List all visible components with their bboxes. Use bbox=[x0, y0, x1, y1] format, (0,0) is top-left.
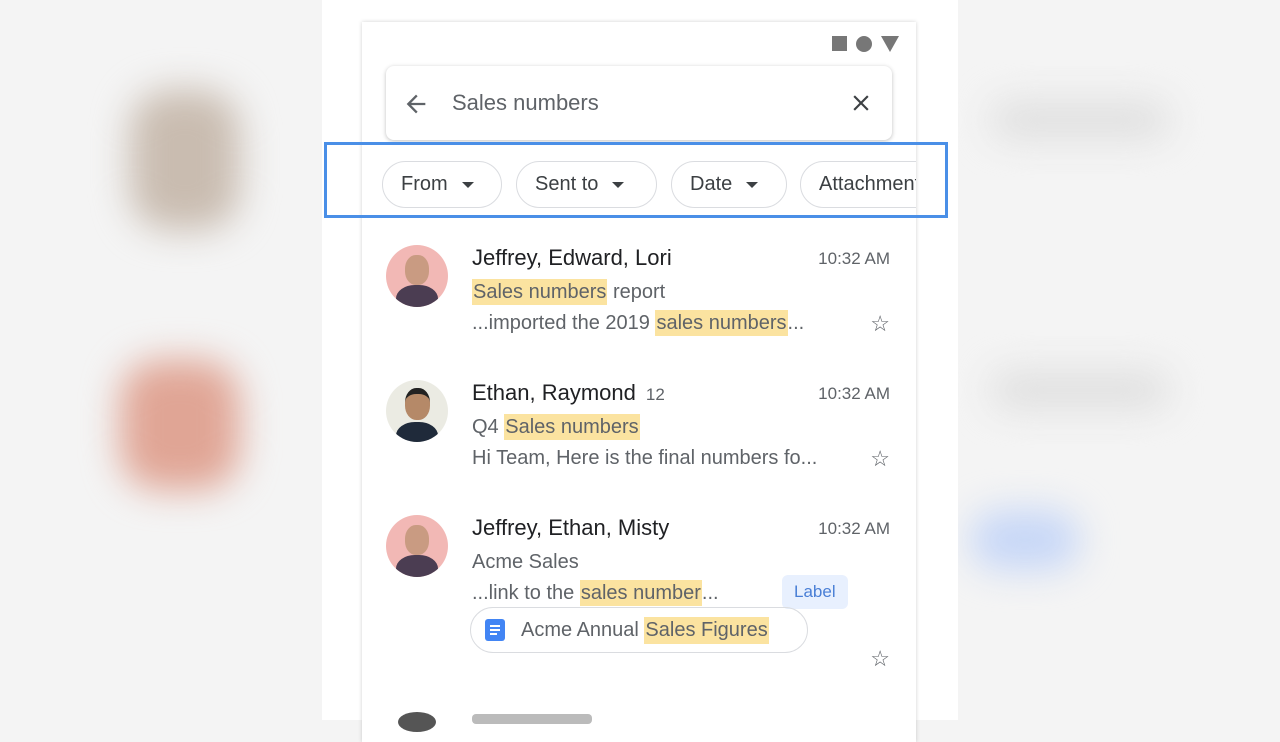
filter-chips: From Sent to Date Attachment bbox=[362, 160, 916, 210]
highlight: Sales numbers bbox=[504, 414, 640, 440]
snippet-text: ... bbox=[701, 582, 719, 604]
subject: Q4 Sales numbers bbox=[472, 414, 640, 440]
blurred-bg bbox=[120, 360, 240, 490]
google-docs-icon bbox=[485, 619, 505, 641]
avatar bbox=[386, 245, 448, 307]
filter-date[interactable]: Date bbox=[671, 161, 787, 208]
search-input[interactable]: Sales numbers bbox=[452, 90, 599, 116]
subject: Acme Sales bbox=[472, 551, 579, 573]
avatar bbox=[386, 380, 448, 442]
circle-icon bbox=[856, 36, 872, 52]
dropdown-icon bbox=[461, 181, 474, 188]
blurred-bg bbox=[990, 100, 1170, 140]
dropdown-icon bbox=[746, 181, 759, 188]
snippet-text: ... bbox=[787, 312, 805, 334]
arrow-back-icon[interactable] bbox=[402, 90, 430, 118]
chip-label: Attachment bbox=[819, 173, 916, 195]
highlight: Sales Figures bbox=[644, 616, 769, 644]
highlight: sales number bbox=[579, 580, 702, 606]
time: 10:32 AM bbox=[818, 519, 890, 538]
attachment-name: Acme Annual bbox=[521, 618, 645, 641]
email-row[interactable]: Ethan, Raymond 12 10:32 AM Q4 Sales numbe… bbox=[362, 380, 916, 515]
subject-text: Q4 bbox=[472, 416, 505, 438]
dropdown-icon bbox=[612, 181, 625, 188]
snippet-text: ...link to the bbox=[472, 582, 580, 604]
search-bar[interactable]: Sales numbers bbox=[386, 66, 892, 140]
filter-sent-to[interactable]: Sent to bbox=[516, 161, 657, 208]
subject-text: report bbox=[607, 281, 666, 303]
chip-label: Date bbox=[690, 173, 733, 195]
time: 10:32 AM bbox=[818, 249, 890, 268]
avatar bbox=[386, 515, 448, 577]
snippet: ...link to the sales number... bbox=[472, 580, 719, 606]
sender: Jeffrey, Edward, Lori bbox=[472, 245, 672, 270]
snippet: ...imported the 2019 sales numbers... bbox=[472, 310, 805, 336]
email-row[interactable]: Jeffrey, Edward, Lori 10:32 AM Sales num… bbox=[362, 245, 916, 380]
blurred-bg bbox=[130, 90, 240, 230]
highlight: sales numbers bbox=[655, 310, 788, 336]
attachment-chip[interactable]: Acme Annual Sales Figures bbox=[470, 607, 808, 653]
triangle-icon bbox=[881, 36, 899, 52]
snippet-text: ...imported the 2019 bbox=[472, 312, 656, 334]
filter-attachment[interactable]: Attachment bbox=[800, 161, 916, 208]
time: 10:32 AM bbox=[818, 384, 890, 403]
sender: Ethan, Raymond 12 bbox=[472, 380, 665, 406]
avatar bbox=[398, 712, 436, 732]
star-icon[interactable]: ☆ bbox=[870, 646, 890, 672]
blurred-bg bbox=[970, 510, 1080, 570]
chip-label: From bbox=[401, 173, 448, 195]
filter-from[interactable]: From bbox=[382, 161, 502, 208]
highlight: Sales numbers bbox=[472, 279, 608, 305]
email-row[interactable]: Jeffrey, Ethan, Misty 10:32 AM Acme Sale… bbox=[362, 515, 916, 685]
close-icon[interactable] bbox=[848, 90, 874, 116]
snippet: Hi Team, Here is the final numbers fo... bbox=[472, 447, 818, 469]
square-icon bbox=[832, 36, 847, 51]
star-icon[interactable]: ☆ bbox=[870, 446, 890, 472]
blurred-bg bbox=[990, 370, 1170, 410]
label-badge[interactable]: Label bbox=[782, 575, 848, 609]
thread-count: 12 bbox=[645, 385, 665, 404]
chip-label: Sent to bbox=[535, 173, 599, 195]
sender-name: Ethan, Raymond bbox=[472, 380, 636, 405]
sender: Jeffrey, Ethan, Misty bbox=[472, 515, 670, 540]
status-bar bbox=[832, 34, 899, 52]
sender-clipped bbox=[472, 714, 592, 724]
subject: Sales numbers report bbox=[472, 279, 666, 305]
star-icon[interactable]: ☆ bbox=[870, 311, 890, 337]
